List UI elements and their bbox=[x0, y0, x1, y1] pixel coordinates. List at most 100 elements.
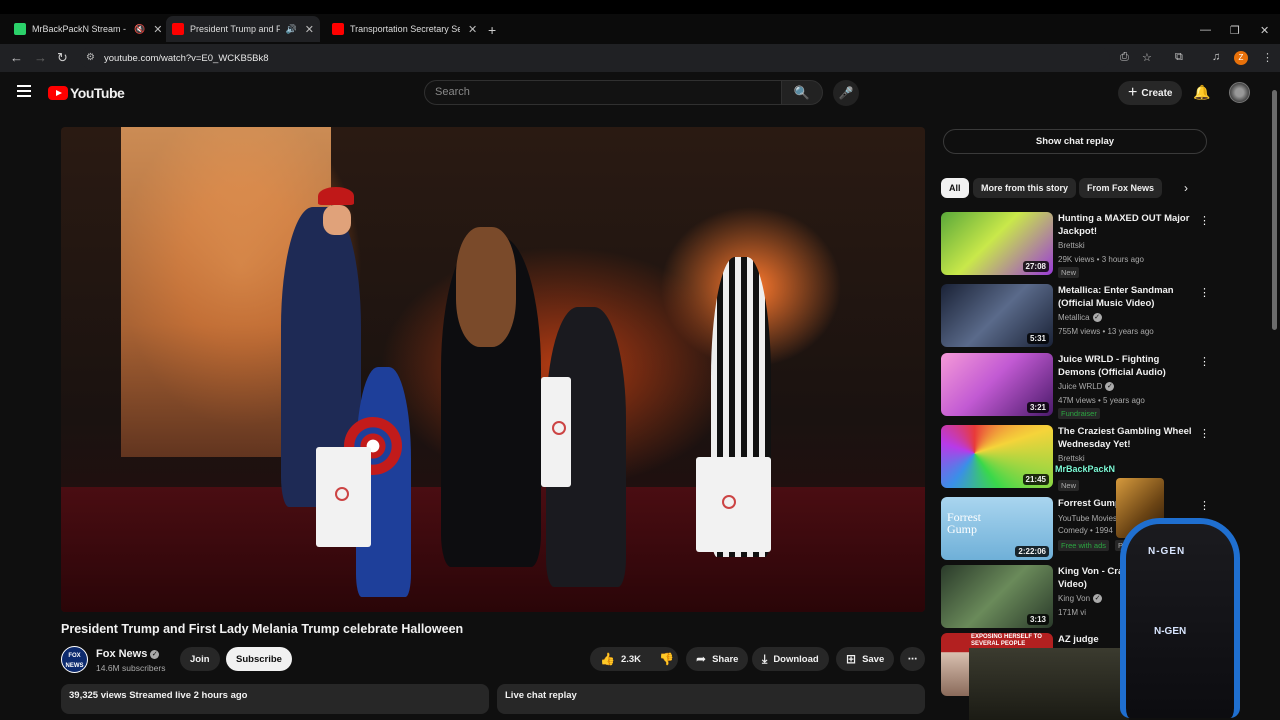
save-button[interactable]: ⊞ Save bbox=[836, 647, 895, 671]
recommendation-title[interactable]: Hunting a MAXED OUT Major Jackpot! bbox=[1058, 212, 1193, 238]
forward-arrow-icon[interactable]: → bbox=[34, 50, 47, 65]
video-thumbnail[interactable]: 21:45 bbox=[941, 425, 1053, 488]
recommendation-channel[interactable]: Juice WRLD ✓ bbox=[1058, 382, 1115, 391]
share-button[interactable]: ➦ Share bbox=[686, 647, 749, 671]
download-button[interactable]: ⤓ Download bbox=[752, 647, 829, 671]
install-app-icon[interactable]: ⎙ bbox=[1120, 51, 1129, 64]
channel-name[interactable]: Fox News ✓ bbox=[96, 648, 160, 660]
recommendation-channel[interactable]: King Von ✓ bbox=[1058, 594, 1103, 603]
recommendation-channel[interactable]: Brettski bbox=[1058, 454, 1085, 463]
hair bbox=[456, 227, 516, 347]
close-tab-icon[interactable]: ✕ bbox=[153, 23, 162, 36]
chair-brand-logo: N-GEN bbox=[1148, 546, 1186, 557]
bookmark-star-icon[interactable]: ☆ bbox=[1142, 51, 1152, 64]
subscribe-button[interactable]: Subscribe bbox=[226, 647, 292, 671]
more-vertical-icon[interactable]: ⋮ bbox=[1199, 286, 1210, 299]
like-count[interactable]: 2.3K bbox=[621, 654, 641, 665]
tab-transportation-secretary[interactable]: Transportation Secretary Sean D ✕ bbox=[326, 18, 483, 40]
description-box[interactable]: 39,325 views Streamed live 2 hours ago bbox=[61, 684, 489, 714]
back-arrow-icon[interactable]: ← bbox=[10, 50, 23, 65]
voice-search-button[interactable]: 🎤 bbox=[833, 80, 859, 106]
more-vertical-icon[interactable]: ⋮ bbox=[1199, 499, 1210, 512]
channel-name-text: Metallica bbox=[1058, 313, 1090, 322]
more-vertical-icon[interactable]: ⋮ bbox=[1199, 214, 1210, 227]
video-player[interactable] bbox=[61, 127, 925, 612]
recommendation-item[interactable]: 3:21 Juice WRLD - Fighting Demons (Offic… bbox=[941, 353, 1211, 419]
verified-check-icon: ✓ bbox=[1092, 313, 1102, 322]
notifications-bell-icon[interactable]: 🔔 bbox=[1193, 84, 1210, 101]
recommendation-item[interactable]: 21:45 The Craziest Gambling Wheel Wednes… bbox=[941, 425, 1211, 491]
search-button[interactable]: 🔍 bbox=[781, 80, 823, 105]
chip-from-fox-news[interactable]: From Fox News bbox=[1079, 178, 1163, 198]
profile-avatar-icon[interactable]: Z bbox=[1234, 51, 1248, 65]
video-thumbnail[interactable]: 27:08 bbox=[941, 212, 1053, 275]
site-info-icon[interactable]: ⚙ bbox=[86, 52, 95, 63]
more-vertical-icon[interactable]: ⋮ bbox=[1199, 427, 1210, 440]
verified-check-icon: ✓ bbox=[150, 650, 160, 659]
browser-menu-icon[interactable]: ⋮ bbox=[1262, 51, 1273, 64]
like-thumb-icon[interactable]: 👍 bbox=[600, 652, 615, 666]
close-window-icon[interactable]: ✕ bbox=[1260, 24, 1269, 37]
minimize-icon[interactable]: — bbox=[1200, 24, 1211, 36]
create-label: Create bbox=[1141, 87, 1173, 99]
chevron-right-icon[interactable]: › bbox=[1184, 181, 1188, 195]
recommendation-title[interactable]: Juice WRLD - Fighting Demons (Official A… bbox=[1058, 353, 1193, 379]
more-vertical-icon[interactable]: ⋮ bbox=[1199, 355, 1210, 368]
new-badge: New bbox=[1058, 267, 1080, 278]
fundraiser-badge: Fundraiser bbox=[1058, 408, 1100, 419]
extensions-icon[interactable]: ⧉ bbox=[1175, 51, 1183, 64]
muted-icon[interactable]: 🔇 bbox=[134, 24, 145, 35]
chip-all[interactable]: All bbox=[941, 178, 969, 198]
browser-tab-bar: MrBackPackN Stream - Wa 🔇 ✕ President Tr… bbox=[0, 0, 1280, 44]
subscriber-count: 14.6M subscribers bbox=[96, 663, 166, 673]
save-playlist-icon: ⊞ bbox=[846, 652, 857, 666]
recommendation-meta: 171M vi bbox=[1058, 608, 1087, 617]
youtube-play-icon bbox=[48, 86, 68, 100]
duration-badge: 2:22:06 bbox=[1015, 546, 1049, 557]
tab-president-trump[interactable]: President Trump and First L 🔊 ✕ bbox=[166, 16, 320, 42]
recommendation-item[interactable]: 27:08 Hunting a MAXED OUT Major Jackpot!… bbox=[941, 212, 1211, 278]
channel-avatar[interactable]: FOX NEWS bbox=[61, 646, 88, 673]
youtube-wordmark: YouTube bbox=[70, 85, 125, 101]
address-bar[interactable]: ⚙ youtube.com/watch?v=E0_WCKB5Bk8 bbox=[80, 47, 1110, 69]
restore-icon[interactable]: ❐ bbox=[1230, 24, 1240, 37]
create-button[interactable]: + Create bbox=[1118, 81, 1183, 105]
new-tab-icon[interactable]: + bbox=[488, 22, 496, 38]
tab-mrbackpackn-stream[interactable]: MrBackPackN Stream - Wa 🔇 ✕ bbox=[8, 18, 168, 40]
video-thumbnail[interactable]: Forrest Gump 2:22:06 bbox=[941, 497, 1053, 560]
media-control-icon[interactable]: ♫ bbox=[1212, 51, 1220, 63]
youtube-favicon-icon bbox=[332, 23, 344, 35]
gaming-chair-overlay: N-GEN N-GEN bbox=[1100, 518, 1260, 720]
save-label: Save bbox=[862, 653, 885, 665]
youtube-logo[interactable]: YouTube bbox=[48, 85, 125, 101]
thumbnail-title-text: Forrest Gump bbox=[947, 510, 981, 536]
audio-playing-icon[interactable]: 🔊 bbox=[286, 24, 297, 35]
close-tab-icon[interactable]: ✕ bbox=[305, 23, 314, 36]
reload-icon[interactable]: ↻ bbox=[57, 50, 68, 66]
more-horizontal-icon: ⋯ bbox=[907, 653, 918, 665]
duration-badge: 5:31 bbox=[1026, 333, 1049, 344]
recommendation-channel[interactable]: Brettski bbox=[1058, 241, 1085, 250]
account-avatar[interactable] bbox=[1229, 82, 1250, 103]
page-scrollbar[interactable] bbox=[1272, 90, 1277, 330]
join-button[interactable]: Join bbox=[180, 647, 220, 671]
close-tab-icon[interactable]: ✕ bbox=[468, 23, 477, 36]
red-cap bbox=[318, 187, 354, 205]
recommendation-item[interactable]: 5:31 Metallica: Enter Sandman (Official … bbox=[941, 284, 1211, 348]
recommendation-title[interactable]: Metallica: Enter Sandman (Official Music… bbox=[1058, 284, 1193, 310]
download-icon: ⤓ bbox=[762, 651, 768, 666]
video-thumbnail[interactable]: 5:31 bbox=[941, 284, 1053, 347]
video-thumbnail[interactable]: 3:21 bbox=[941, 353, 1053, 416]
show-chat-replay-button[interactable]: Show chat replay bbox=[943, 129, 1207, 154]
dislike-thumb-icon[interactable]: 👎 bbox=[659, 652, 674, 666]
recommendation-meta: 755M views • 13 years ago bbox=[1058, 327, 1154, 336]
hamburger-menu-icon[interactable] bbox=[17, 85, 31, 97]
live-chat-replay-panel[interactable]: Live chat replay bbox=[497, 684, 925, 714]
more-actions-button[interactable]: ⋯ bbox=[900, 647, 925, 671]
chip-more-from-this-story[interactable]: More from this story bbox=[973, 178, 1077, 198]
recommendation-channel[interactable]: Metallica ✓ bbox=[1058, 313, 1102, 322]
search-input[interactable]: Search bbox=[424, 80, 782, 105]
recommendation-title[interactable]: The Craziest Gambling Wheel Wednesday Ye… bbox=[1058, 425, 1193, 451]
video-title: President Trump and First Lady Melania T… bbox=[61, 622, 464, 636]
video-thumbnail[interactable]: 3:13 bbox=[941, 565, 1053, 628]
